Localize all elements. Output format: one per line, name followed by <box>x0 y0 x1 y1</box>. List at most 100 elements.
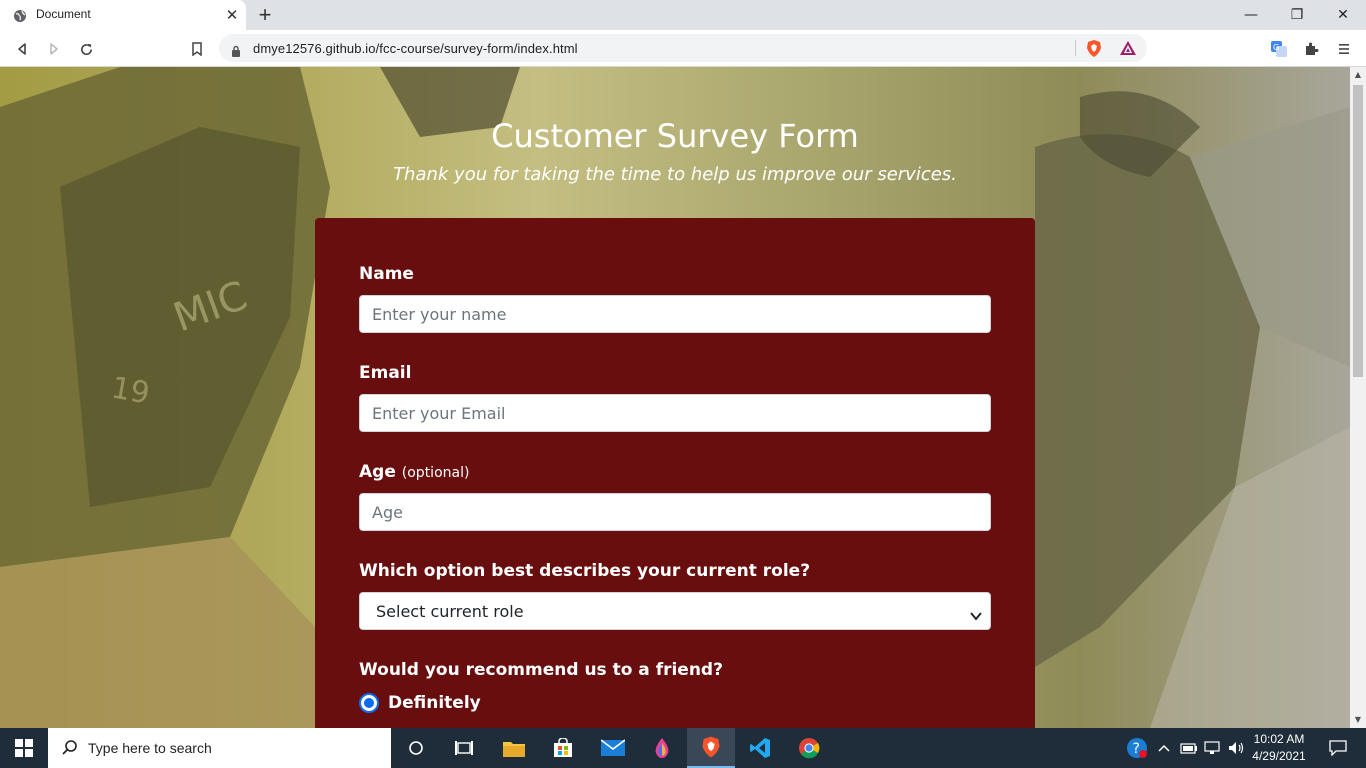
system-clock[interactable]: 10:02 AM 4/29/2021 <box>1246 731 1312 765</box>
show-hidden-icons-button[interactable] <box>1154 728 1174 768</box>
tab-strip: Document ✕ + — ❐ ✕ <box>0 0 1366 30</box>
tab-close-icon[interactable]: ✕ <box>222 5 242 25</box>
recommend-option-definitely[interactable]: Definitely <box>359 693 481 713</box>
search-placeholder: Type here to search <box>88 740 212 756</box>
name-input[interactable]: Enter your name <box>359 295 991 333</box>
url-text: dmye12576.github.io/fcc-course/survey-fo… <box>253 41 578 56</box>
age-optional-note: (optional) <box>401 465 470 481</box>
hamburger-icon <box>1339 44 1349 54</box>
new-tab-button[interactable]: + <box>254 3 276 27</box>
role-select[interactable]: Select current role <box>359 592 991 630</box>
role-label: Which option best describes your current… <box>359 561 811 581</box>
brave-rewards-icon[interactable] <box>1119 40 1137 60</box>
back-icon <box>18 43 26 55</box>
page-subtitle: Thank you for taking the time to help us… <box>393 164 957 185</box>
minimize-button[interactable]: — <box>1228 0 1274 30</box>
page-scrollbar[interactable]: ▲ ▼ <box>1350 67 1366 728</box>
windows-taskbar: Type here to search ? 10:02 AM 4/29/2021 <box>0 728 1366 768</box>
clock-date: 4/29/2021 <box>1252 749 1306 763</box>
forward-icon <box>50 43 58 55</box>
radio-checked-dot <box>364 698 374 708</box>
puzzle-icon <box>1306 42 1319 55</box>
paint-button[interactable] <box>638 728 686 768</box>
email-placeholder: Enter your Email <box>372 404 506 423</box>
battery-icon <box>1180 743 1197 754</box>
reload-icon <box>80 43 92 55</box>
browser-tab[interactable]: Document ✕ <box>0 0 246 30</box>
volume-tray-button[interactable] <box>1226 728 1248 768</box>
menu-button[interactable] <box>1332 37 1356 61</box>
window-close-button[interactable]: ✕ <box>1320 0 1366 30</box>
role-selected-value: Select current role <box>376 602 524 621</box>
survey-form: Name Enter your name Email Enter your Em… <box>315 218 1035 728</box>
age-label: Age (optional) <box>359 462 469 482</box>
scrollbar-thumb[interactable] <box>1353 85 1363 377</box>
lock-icon <box>231 42 241 61</box>
windows-icon <box>15 739 33 757</box>
recommend-label: Would you recommend us to a friend? <box>359 660 723 680</box>
store-button[interactable] <box>539 728 587 768</box>
bookmark-button[interactable] <box>185 37 209 61</box>
network-icon <box>1204 741 1220 754</box>
notifications-button[interactable] <box>1318 728 1358 768</box>
chrome-icon <box>799 738 820 759</box>
brave-taskbar-button[interactable] <box>687 728 735 768</box>
scroll-down-icon[interactable]: ▼ <box>1350 712 1366 728</box>
start-button[interactable] <box>0 728 48 768</box>
back-button[interactable] <box>10 37 34 61</box>
cortana-button[interactable] <box>392 728 440 768</box>
name-label: Name <box>359 264 414 284</box>
mail-button[interactable] <box>589 728 637 768</box>
file-explorer-icon <box>503 742 525 757</box>
chevron-up-icon <box>1158 744 1170 752</box>
chrome-button[interactable] <box>785 728 833 768</box>
extensions-button[interactable] <box>1300 37 1324 61</box>
mail-icon <box>601 739 625 756</box>
svg-text:G: G <box>1273 43 1279 52</box>
notification-icon <box>1329 740 1347 756</box>
reload-button[interactable] <box>74 37 98 61</box>
radio-button-definitely[interactable] <box>359 693 379 713</box>
restore-button[interactable]: ❐ <box>1274 0 1320 30</box>
network-tray-button[interactable] <box>1202 728 1224 768</box>
age-placeholder: Age <box>372 503 403 522</box>
page-viewport: MIC 19 Customer Survey Form Thank you fo… <box>0 67 1350 728</box>
translate-button[interactable]: G <box>1267 37 1291 61</box>
vscode-button[interactable] <box>736 728 784 768</box>
svg-text:19: 19 <box>109 370 153 411</box>
speaker-icon <box>1229 742 1244 754</box>
bookmark-icon <box>192 42 202 56</box>
task-view-button[interactable] <box>440 728 488 768</box>
search-icon <box>61 739 79 761</box>
browser-toolbar: dmye12576.github.io/fcc-course/survey-fo… <box>0 30 1366 67</box>
age-input[interactable]: Age <box>359 493 991 531</box>
clock-time: 10:02 AM <box>1253 732 1305 746</box>
file-explorer-button[interactable] <box>490 728 538 768</box>
paint-icon <box>655 738 669 758</box>
store-icon <box>554 738 572 757</box>
tab-title: Document <box>36 7 91 21</box>
vscode-icon <box>750 738 770 758</box>
omnibox-divider <box>1075 40 1076 56</box>
battery-tray-button[interactable] <box>1178 728 1200 768</box>
taskbar-search[interactable]: Type here to search <box>48 728 391 768</box>
page-title: Customer Survey Form <box>491 117 859 155</box>
cortana-icon <box>409 741 423 755</box>
email-input[interactable]: Enter your Email <box>359 394 991 432</box>
age-label-text: Age <box>359 462 396 482</box>
task-view-icon <box>455 741 473 755</box>
globe-icon <box>13 8 27 22</box>
help-tray-button[interactable]: ? <box>1124 728 1150 768</box>
translate-icon: G <box>1271 41 1287 57</box>
help-icon: ? <box>1127 738 1147 758</box>
chevron-down-icon <box>970 606 982 625</box>
name-placeholder: Enter your name <box>372 305 507 324</box>
brave-icon <box>702 736 720 758</box>
address-bar[interactable]: dmye12576.github.io/fcc-course/survey-fo… <box>219 34 1147 62</box>
svg-text:?: ? <box>1133 741 1140 757</box>
radio-label-definitely: Definitely <box>388 693 481 713</box>
forward-button[interactable] <box>42 37 66 61</box>
brave-shields-icon[interactable] <box>1085 39 1103 62</box>
email-label: Email <box>359 363 412 383</box>
scroll-up-icon[interactable]: ▲ <box>1350 67 1366 83</box>
